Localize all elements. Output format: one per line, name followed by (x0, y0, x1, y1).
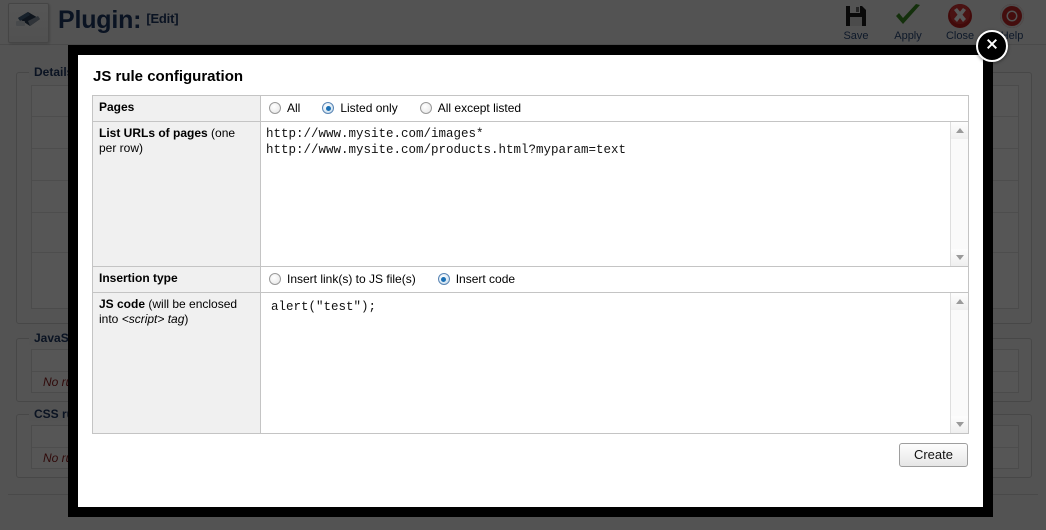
js-code-label-normal-2: ) (184, 312, 189, 326)
dialog-title: JS rule configuration (93, 68, 244, 85)
urls-textarea-value: http://www.mysite.com/images* http://www… (266, 127, 627, 157)
insertion-type-row: Insertion type Insert link(s) to JS file… (92, 266, 969, 293)
scroll-up-arrow-icon[interactable] (951, 122, 968, 139)
urls-label-bold: List URLs of pages (99, 126, 208, 140)
urls-scroll-track[interactable] (951, 139, 968, 249)
close-x-icon[interactable] (976, 30, 1008, 62)
radio-pages-all-except-label: All except listed (437, 101, 522, 115)
dialog-footer: Create (92, 443, 969, 467)
radio-pages-listed-only[interactable]: Listed only (322, 101, 398, 115)
insertion-type-radio-group: Insert link(s) to JS file(s) Insert code (261, 267, 968, 292)
radio-circle-checked-icon[interactable] (437, 273, 450, 285)
js-code-label-italic: <script> (121, 312, 165, 326)
radio-circle-icon[interactable] (269, 102, 281, 114)
scroll-up-arrow-icon[interactable] (951, 293, 968, 310)
js-code-input-cell: alert("test"); (260, 292, 969, 434)
pages-label-cell: Pages (92, 95, 261, 122)
pages-label: Pages (99, 100, 135, 114)
radio-pages-all[interactable]: All (269, 101, 300, 115)
radio-pages-listed-only-label: Listed only (340, 101, 398, 115)
urls-scrollbar[interactable] (950, 122, 968, 266)
insertion-type-label: Insertion type (99, 271, 178, 285)
urls-input-cell: http://www.mysite.com/images* http://www… (260, 121, 969, 267)
create-button[interactable]: Create (898, 443, 968, 467)
scroll-down-arrow-icon[interactable] (951, 416, 968, 433)
js-code-textarea-value: alert("test"); (271, 300, 377, 314)
js-rule-configuration-dialog: JS rule configuration Pages All Listed o… (68, 30, 1008, 517)
insertion-type-label-cell: Insertion type (92, 266, 261, 293)
radio-pages-all-except-listed[interactable]: All except listed (419, 101, 522, 115)
pages-options-cell: All Listed only All except listed (260, 95, 969, 122)
js-code-textarea[interactable]: alert("test"); (261, 293, 968, 433)
radio-insert-link-label: Insert link(s) to JS file(s) (287, 272, 416, 286)
radio-insert-code-label: Insert code (455, 272, 516, 286)
js-rule-form-table: Pages All Listed only All except listed … (92, 95, 969, 434)
radio-circle-icon[interactable] (269, 273, 281, 285)
dialog-body: JS rule configuration Pages All Listed o… (78, 55, 983, 507)
radio-insert-code[interactable]: Insert code (437, 272, 516, 286)
js-code-scroll-track[interactable] (951, 310, 968, 416)
radio-circle-icon[interactable] (419, 102, 432, 114)
radio-pages-all-label: All (287, 101, 301, 115)
js-code-label-cell: JS code (will be enclosed into <script> … (92, 292, 261, 434)
js-code-label-italic-2: tag (164, 312, 185, 326)
pages-radio-group: All Listed only All except listed (261, 96, 968, 121)
insertion-type-options-cell: Insert link(s) to JS file(s) Insert code (260, 266, 969, 293)
radio-insert-link[interactable]: Insert link(s) to JS file(s) (269, 272, 416, 286)
urls-textarea[interactable]: http://www.mysite.com/images* http://www… (261, 122, 968, 266)
pages-row: Pages All Listed only All except listed (92, 95, 969, 122)
urls-label-cell: List URLs of pages (one per row) (92, 121, 261, 267)
scroll-down-arrow-icon[interactable] (951, 249, 968, 266)
radio-circle-checked-icon[interactable] (322, 102, 335, 114)
js-code-scrollbar[interactable] (950, 293, 968, 433)
js-code-label-bold: JS code (99, 297, 146, 311)
js-code-row: JS code (will be enclosed into <script> … (92, 292, 969, 434)
urls-row: List URLs of pages (one per row) http://… (92, 121, 969, 267)
